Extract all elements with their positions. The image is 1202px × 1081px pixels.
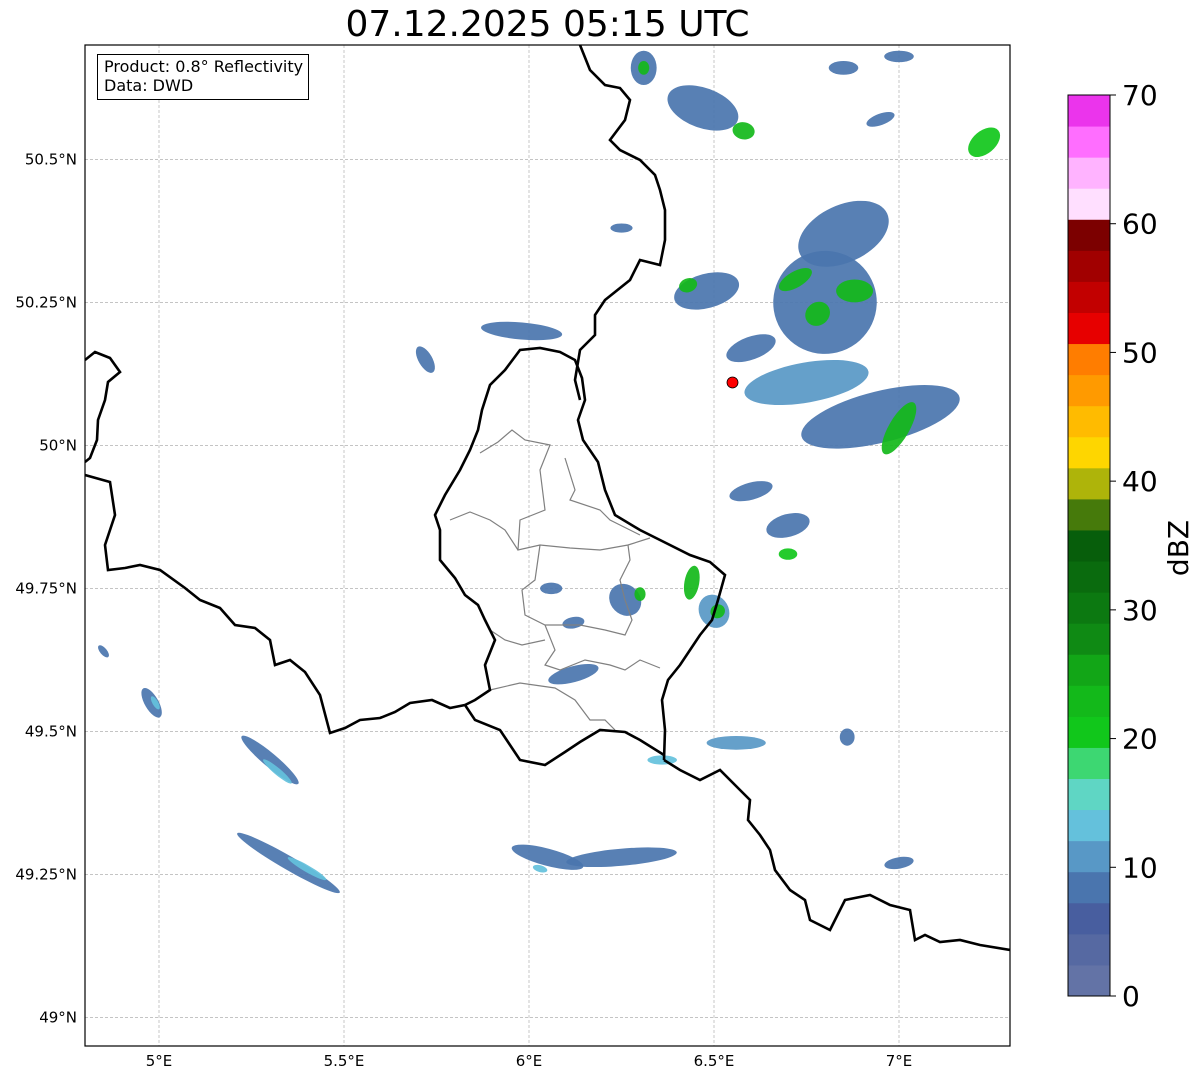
colorbar-bin <box>1068 95 1110 127</box>
colorbar-tick-label: 40 <box>1122 465 1158 498</box>
colorbar-bin <box>1068 343 1110 376</box>
colorbar-bin <box>1068 498 1110 531</box>
reflectivity-echo <box>866 111 895 127</box>
colorbar-bin <box>1068 871 1110 904</box>
lat-tick-label: 50.5°N <box>25 150 77 168</box>
lon-tick-label: 5.5°E <box>324 1052 365 1070</box>
reflectivity-echo <box>667 85 739 131</box>
reflectivity-echo <box>884 50 914 63</box>
map-boundaries <box>85 45 1010 952</box>
country-border-be-lu <box>85 350 466 735</box>
reflectivity-echo <box>415 346 435 373</box>
lat-tick-label: 49.5°N <box>25 722 77 740</box>
reflectivity-echo <box>968 127 1001 158</box>
colorbar-bin <box>1068 840 1110 873</box>
colorbar-bin <box>1068 654 1110 686</box>
colorbar-bin <box>1068 126 1110 158</box>
colorbar-bin <box>1068 250 1110 282</box>
colorbar-bins <box>1068 95 1110 997</box>
reflectivity-echo <box>141 687 162 718</box>
colorbar-bin <box>1068 219 1110 251</box>
reflectivity-echo <box>683 565 700 600</box>
luxembourg-border <box>433 346 727 767</box>
data-source-label: Data: DWD <box>104 76 194 95</box>
lat-tick-label: 50.25°N <box>15 293 77 311</box>
lon-tick-label: 6.5°E <box>694 1052 735 1070</box>
colorbar-tick-label: 50 <box>1122 336 1158 369</box>
colorbar-tick-label: 10 <box>1122 851 1158 884</box>
colorbar-bin <box>1068 809 1110 842</box>
colorbar-bin <box>1068 685 1110 717</box>
reflectivity-echo <box>638 61 650 75</box>
colorbar-tick-label: 70 <box>1122 79 1158 112</box>
colorbar-tick-label: 30 <box>1122 594 1158 627</box>
reflectivity-echo <box>562 616 585 629</box>
colorbar-bin <box>1068 964 1110 997</box>
reflectivity-echo <box>237 832 340 894</box>
reflectivity-echo <box>647 755 677 765</box>
radar-echoes <box>98 50 1001 894</box>
colorbar-bin <box>1068 529 1110 562</box>
colorbar-bin <box>1068 436 1110 469</box>
reflectivity-echo <box>828 61 859 75</box>
lat-tick-label: 49.75°N <box>15 579 77 597</box>
reflectivity-echo <box>729 481 773 502</box>
colorbar-bin <box>1068 281 1110 313</box>
colorbar-unit-label: dBZ <box>1162 520 1195 576</box>
colorbar-bin <box>1068 561 1110 593</box>
colorbar-bin <box>1068 933 1110 966</box>
colorbar-ticks: 0 10 20 30 40 50 60 70 <box>1110 79 1158 1013</box>
product-label: Product: 0.8° Reflectivity <box>104 57 304 76</box>
reflectivity-echo <box>706 735 766 750</box>
radar-map-figure: 5°E 5.5°E 6°E 6.5°E 7°E 50.5°N 50.25°N 50°N 49.7… <box>15 44 1195 1070</box>
reflectivity-echo <box>634 587 646 601</box>
reflectivity-echo <box>98 645 109 658</box>
reflectivity-echo <box>726 334 776 363</box>
lat-tick-label: 50°N <box>39 436 77 454</box>
reflectivity-echo <box>839 728 855 746</box>
reflectivity-echo <box>884 856 914 870</box>
country-border-de <box>573 45 1010 952</box>
reflectivity-echo <box>836 279 874 303</box>
colorbar-bin <box>1068 623 1110 655</box>
colorbar: 0 10 20 30 40 50 60 70 dBZ <box>1067 79 1195 1013</box>
colorbar-bin <box>1068 778 1110 811</box>
colorbar-bin <box>1068 312 1110 345</box>
colorbar-bin <box>1068 157 1110 189</box>
colorbar-bin <box>1068 374 1110 407</box>
colorbar-bin <box>1068 716 1110 748</box>
reflectivity-echo <box>241 735 299 785</box>
colorbar-bin <box>1068 592 1110 624</box>
lon-tick-label: 5°E <box>146 1052 173 1070</box>
colorbar-bin <box>1068 188 1110 220</box>
colorbar-bin <box>1068 467 1110 500</box>
colorbar-bin <box>1068 902 1110 935</box>
reflectivity-echo <box>778 548 798 560</box>
reflectivity-echo <box>540 582 563 595</box>
radar-site-marker <box>726 376 739 389</box>
district-boundaries <box>449 429 661 731</box>
lat-tick-label: 49°N <box>39 1008 77 1026</box>
colorbar-bin <box>1068 747 1110 780</box>
colorbar-bin <box>1068 405 1110 438</box>
reflectivity-echo <box>674 272 740 310</box>
reflectivity-echo <box>766 513 810 538</box>
colorbar-tick-label: 20 <box>1122 723 1158 756</box>
colorbar-tick-label: 0 <box>1122 980 1140 1013</box>
lon-tick-label: 7°E <box>886 1052 913 1070</box>
colorbar-tick-label: 60 <box>1122 208 1158 241</box>
reflectivity-echo <box>481 321 563 341</box>
lon-tick-label: 6°E <box>516 1052 543 1070</box>
product-info-box: Product: 0.8° Reflectivity Data: DWD <box>97 54 310 100</box>
reflectivity-echo <box>610 223 633 233</box>
lat-tick-label: 49.25°N <box>15 865 77 883</box>
